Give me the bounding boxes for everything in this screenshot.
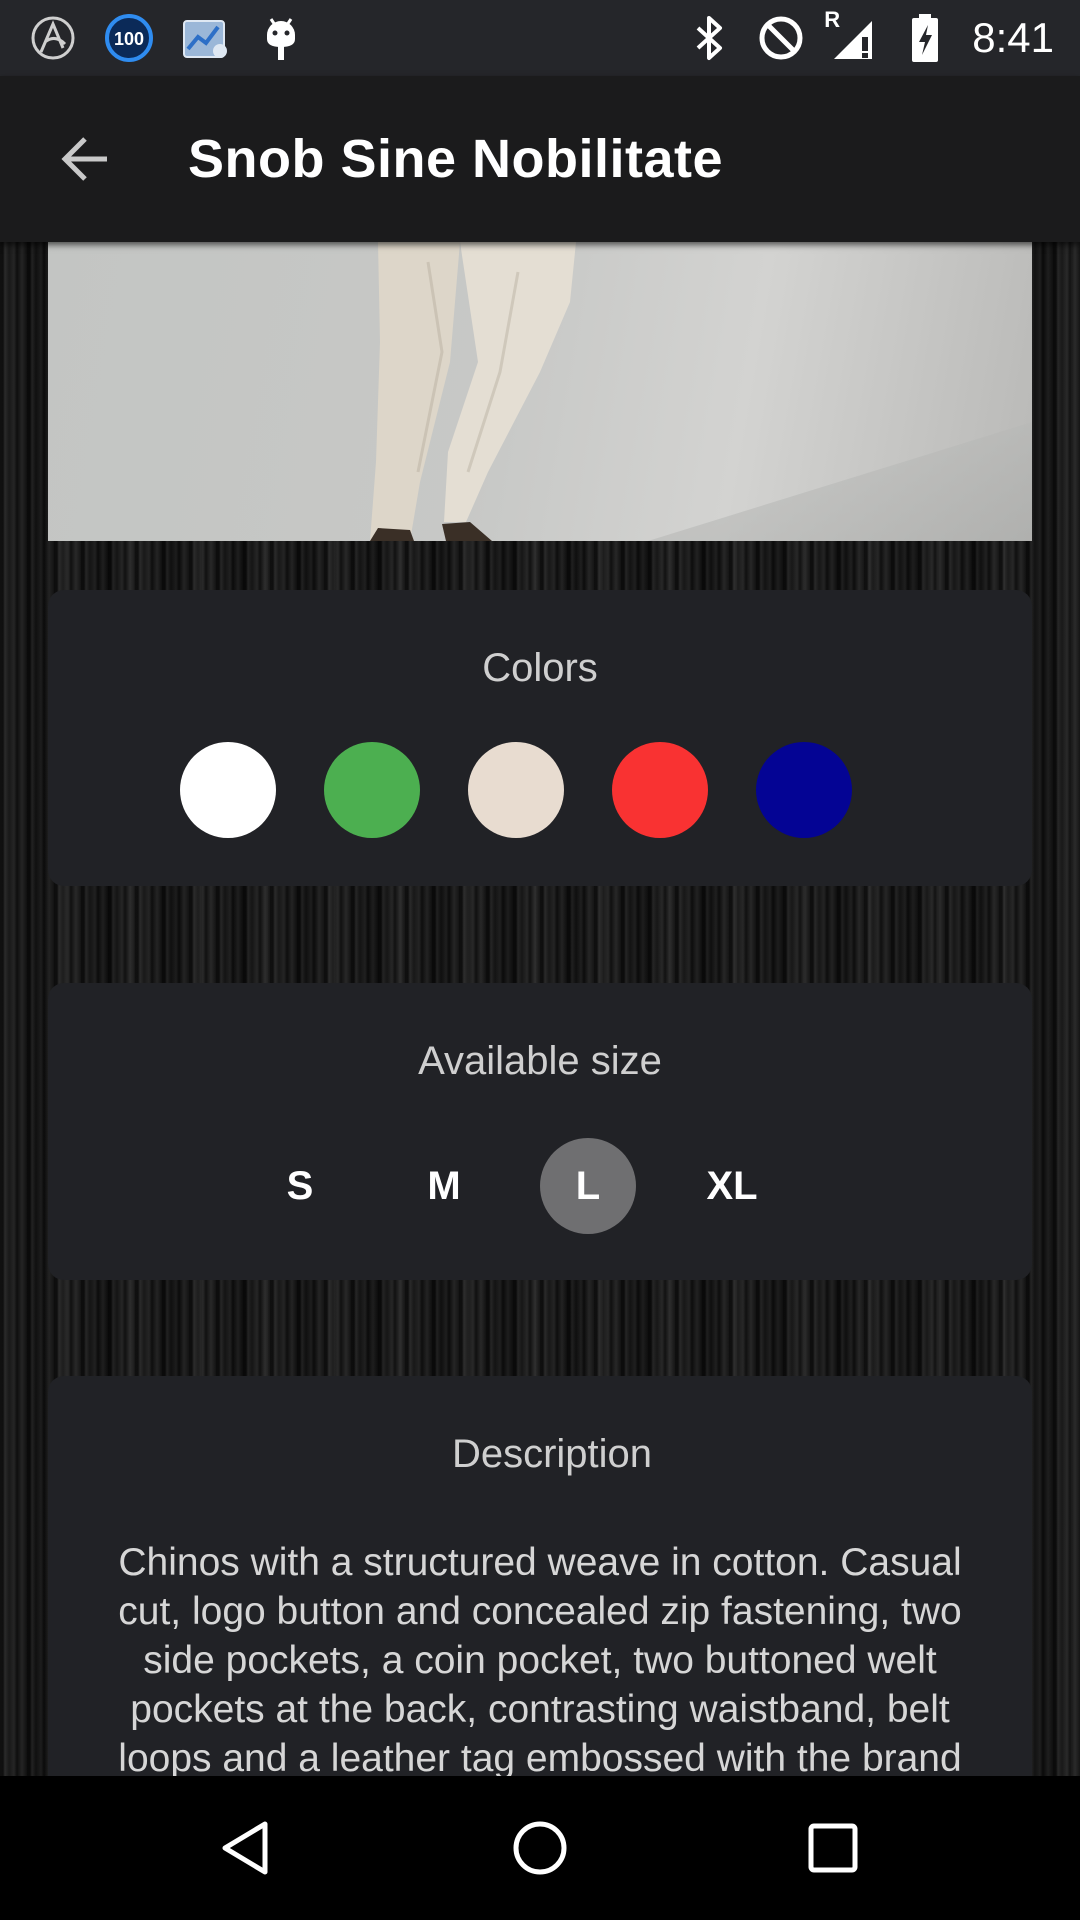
battery-charging-icon — [900, 13, 950, 63]
description-text: Chinos with a structured weave in cotton… — [118, 1541, 962, 1776]
description-panel: Description Chinos with a structured wea… — [48, 1376, 1032, 1776]
signal-roaming-icon: R — [824, 7, 878, 63]
color-swatch-navy[interactable] — [756, 742, 852, 838]
status-time: 8:41 — [972, 14, 1054, 61]
bluetooth-icon — [684, 13, 734, 63]
android-debug-icon — [256, 13, 306, 63]
size-title: Available size — [418, 1039, 662, 1083]
size-option-l[interactable]: L — [540, 1138, 636, 1234]
color-swatch-green[interactable] — [324, 742, 420, 838]
home-circle-icon — [513, 1821, 567, 1875]
colors-title: Colors — [482, 646, 598, 690]
recents-square-icon — [808, 1823, 858, 1873]
color-swatch-beige[interactable] — [468, 742, 564, 838]
nav-recents-button[interactable] — [773, 1788, 893, 1908]
size-options: S M L XL — [48, 1138, 1032, 1234]
back-button[interactable] — [30, 104, 140, 214]
back-triangle-icon — [222, 1821, 268, 1875]
nav-home-button[interactable] — [480, 1788, 600, 1908]
color-swatches — [48, 742, 1032, 838]
size-panel: Available size S M L XL — [48, 983, 1032, 1280]
nav-back-button[interactable] — [187, 1788, 307, 1908]
product-detail-scroll[interactable]: Colors Available size S M L XL Descripti… — [0, 242, 1080, 1776]
size-option-xl[interactable]: XL — [684, 1138, 780, 1234]
description-title: Description — [451, 1432, 653, 1476]
colors-panel: Colors — [48, 590, 1032, 886]
badge-100-icon: 100 — [104, 13, 154, 63]
image-chart-icon — [180, 13, 230, 63]
status-bar: 100 R 8:41 — [0, 0, 1080, 76]
badge-count: 100 — [114, 29, 144, 49]
size-option-m[interactable]: M — [396, 1138, 492, 1234]
arrow-back-icon — [61, 137, 107, 181]
app-bar: Snob Sine Nobilitate — [0, 76, 1080, 242]
arc-logo-icon — [28, 13, 78, 63]
navigation-bar — [0, 1776, 1080, 1920]
do-not-disturb-icon — [756, 13, 806, 63]
page-title: Snob Sine Nobilitate — [188, 129, 724, 189]
color-swatch-red[interactable] — [612, 742, 708, 838]
color-swatch-white[interactable] — [180, 742, 276, 838]
roaming-mark: R — [824, 7, 841, 32]
size-option-s[interactable]: S — [252, 1138, 348, 1234]
product-image — [48, 242, 1032, 541]
